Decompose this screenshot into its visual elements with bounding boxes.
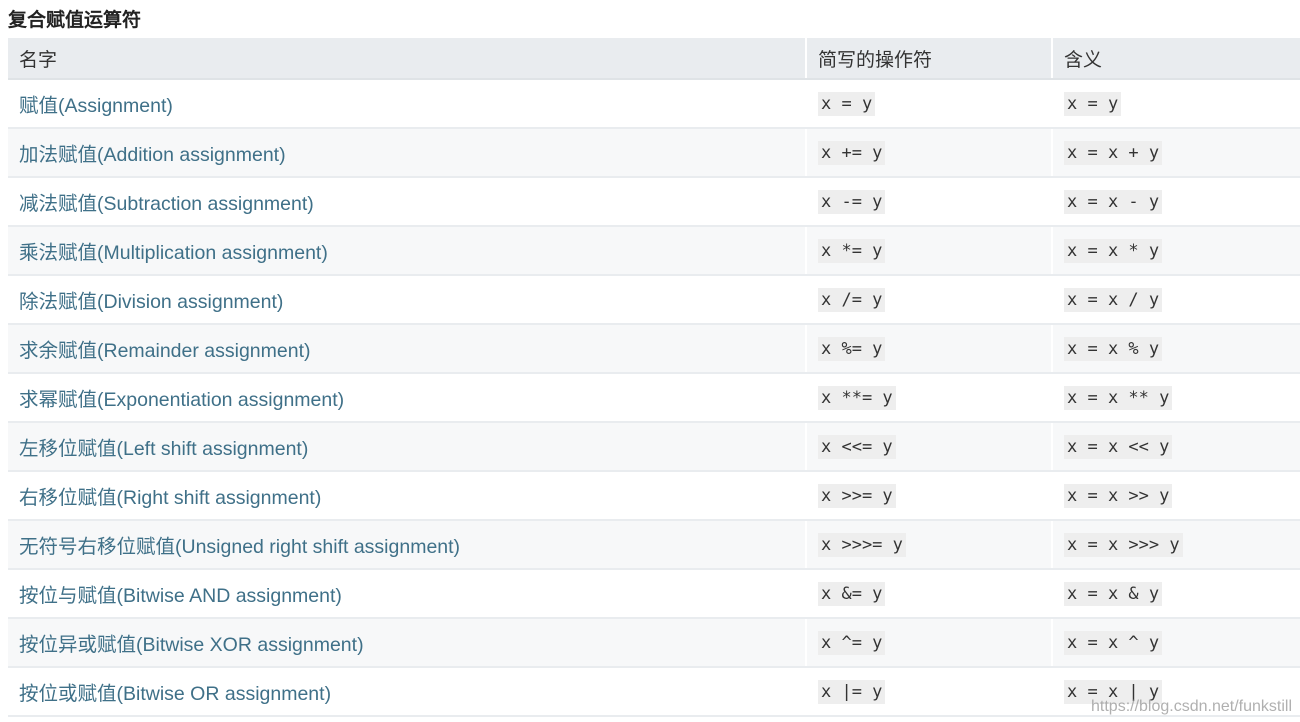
meaning-cell: x = x * y xyxy=(1052,226,1300,276)
name-cell: 左移位赋值(Left shift assignment) xyxy=(8,422,807,472)
operator-name-link[interactable]: 加法赋值(Addition assignment) xyxy=(19,144,286,166)
name-cell: 按位或赋值(Bitwise OR assignment) xyxy=(8,667,807,717)
table-row: 求幂赋值(Exponentiation assignment) x **= y x … xyxy=(8,373,1300,423)
shorthand-cell: x += y xyxy=(806,128,1053,178)
operator-name-link[interactable]: 无符号右移位赋值(Unsigned right shift assignment… xyxy=(19,536,460,558)
operator-name-link[interactable]: 求幂赋值(Exponentiation assignment) xyxy=(19,389,344,411)
meaning-code: x = x * y xyxy=(1064,238,1163,263)
meaning-code: x = x - y xyxy=(1064,189,1163,214)
meaning-cell: x = y xyxy=(1052,79,1300,129)
table-row: 减法赋值(Subtraction assignment) x -= y x = x … xyxy=(8,177,1300,227)
operator-name-link[interactable]: 求余赋值(Remainder assignment) xyxy=(19,340,311,362)
meaning-code: x = x >>> y xyxy=(1064,532,1183,557)
meaning-cell: x = x - y xyxy=(1052,177,1300,227)
operator-name-link[interactable]: 左移位赋值(Left shift assignment) xyxy=(19,438,308,460)
shorthand-operator-code: x >>>= y xyxy=(818,532,906,557)
operator-name-link[interactable]: 赋值(Assignment) xyxy=(19,95,173,117)
shorthand-operator-code: x |= y xyxy=(818,679,886,704)
meaning-cell: x = x & y xyxy=(1052,569,1300,619)
meaning-cell: x = x + y xyxy=(1052,128,1300,178)
meaning-cell: x = x ^ y xyxy=(1052,618,1300,668)
column-header-name: 名字 xyxy=(8,38,807,80)
operator-name-link[interactable]: 减法赋值(Subtraction assignment) xyxy=(19,193,314,215)
shorthand-operator-code: x += y xyxy=(818,140,886,165)
meaning-cell: x = x >> y xyxy=(1052,471,1300,521)
shorthand-cell: x >>= y xyxy=(806,471,1053,521)
shorthand-cell: x <<= y xyxy=(806,422,1053,472)
meaning-code: x = x ^ y xyxy=(1064,630,1163,655)
shorthand-cell: x &= y xyxy=(806,569,1053,619)
table-row: 左移位赋值(Left shift assignment) x <<= y x = x… xyxy=(8,422,1300,472)
meaning-code: x = x / y xyxy=(1064,287,1163,312)
meaning-cell: x = x << y xyxy=(1052,422,1300,472)
meaning-cell: x = x ** y xyxy=(1052,373,1300,423)
name-cell: 加法赋值(Addition assignment) xyxy=(8,128,807,178)
operators-table: 名字 简写的操作符 含义 赋值(Assignment) x = y x = y 加法赋… xyxy=(8,38,1300,717)
shorthand-operator-code: x ^= y xyxy=(818,630,886,655)
operator-name-link[interactable]: 乘法赋值(Multiplication assignment) xyxy=(19,242,328,264)
shorthand-operator-code: x &= y xyxy=(818,581,886,606)
operator-name-link[interactable]: 按位与赋值(Bitwise AND assignment) xyxy=(19,585,342,607)
name-cell: 无符号右移位赋值(Unsigned right shift assignment… xyxy=(8,520,807,570)
operator-name-link[interactable]: 右移位赋值(Right shift assignment) xyxy=(19,487,321,509)
name-cell: 赋值(Assignment) xyxy=(8,79,807,129)
table-row: 乘法赋值(Multiplication assignment) x *= y x =… xyxy=(8,226,1300,276)
shorthand-operator-code: x %= y xyxy=(818,336,886,361)
table-row: 右移位赋值(Right shift assignment) x >>= y x = … xyxy=(8,471,1300,521)
name-cell: 减法赋值(Subtraction assignment) xyxy=(8,177,807,227)
meaning-code: x = x % y xyxy=(1064,336,1163,361)
shorthand-operator-code: x = y xyxy=(818,91,876,116)
meaning-code: x = x >> y xyxy=(1064,483,1173,508)
shorthand-cell: x *= y xyxy=(806,226,1053,276)
shorthand-operator-code: x >>= y xyxy=(818,483,896,508)
table-row: 无符号右移位赋值(Unsigned right shift assignment… xyxy=(8,520,1300,570)
column-header-shorthand: 简写的操作符 xyxy=(806,38,1053,80)
table-row: 除法赋值(Division assignment) x /= y x = x / y xyxy=(8,275,1300,325)
table-row: 加法赋值(Addition assignment) x += y x = x + y xyxy=(8,128,1300,178)
shorthand-operator-code: x <<= y xyxy=(818,434,896,459)
meaning-cell: x = x / y xyxy=(1052,275,1300,325)
shorthand-operator-code: x **= y xyxy=(818,385,896,410)
meaning-code: x = x & y xyxy=(1064,581,1163,606)
meaning-code: x = y xyxy=(1064,91,1122,116)
watermark: https://blog.csdn.net/funkstill xyxy=(1091,698,1292,715)
table-row: 按位异或赋值(Bitwise XOR assignment) x ^= y x = … xyxy=(8,618,1300,668)
shorthand-cell: x %= y xyxy=(806,324,1053,374)
name-cell: 求余赋值(Remainder assignment) xyxy=(8,324,807,374)
meaning-cell: x = x % y xyxy=(1052,324,1300,374)
shorthand-cell: x |= y xyxy=(806,667,1053,717)
name-cell: 求幂赋值(Exponentiation assignment) xyxy=(8,373,807,423)
page-title: 复合赋值运算符 xyxy=(8,9,142,31)
column-header-meaning: 含义 xyxy=(1052,38,1300,80)
table-header-row: 名字 简写的操作符 含义 xyxy=(8,38,1300,80)
shorthand-cell: x >>>= y xyxy=(806,520,1053,570)
shorthand-cell: x ^= y xyxy=(806,618,1053,668)
name-cell: 按位与赋值(Bitwise AND assignment) xyxy=(8,569,807,619)
operator-name-link[interactable]: 除法赋值(Division assignment) xyxy=(19,291,283,313)
meaning-code: x = x << y xyxy=(1064,434,1173,459)
table-body: 赋值(Assignment) x = y x = y 加法赋值(Addition as… xyxy=(8,79,1300,717)
operator-name-link[interactable]: 按位或赋值(Bitwise OR assignment) xyxy=(19,683,331,705)
name-cell: 乘法赋值(Multiplication assignment) xyxy=(8,226,807,276)
name-cell: 除法赋值(Division assignment) xyxy=(8,275,807,325)
table-row: 求余赋值(Remainder assignment) x %= y x = x % … xyxy=(8,324,1300,374)
name-cell: 右移位赋值(Right shift assignment) xyxy=(8,471,807,521)
meaning-code: x = x ** y xyxy=(1064,385,1173,410)
shorthand-cell: x -= y xyxy=(806,177,1053,227)
meaning-cell: x = x >>> y xyxy=(1052,520,1300,570)
shorthand-cell: x /= y xyxy=(806,275,1053,325)
meaning-code: x = x + y xyxy=(1064,140,1163,165)
operator-name-link[interactable]: 按位异或赋值(Bitwise XOR assignment) xyxy=(19,634,364,656)
shorthand-operator-code: x *= y xyxy=(818,238,886,263)
name-cell: 按位异或赋值(Bitwise XOR assignment) xyxy=(8,618,807,668)
shorthand-operator-code: x /= y xyxy=(818,287,886,312)
table-row: 按位与赋值(Bitwise AND assignment) x &= y x = x… xyxy=(8,569,1300,619)
table-row: 赋值(Assignment) x = y x = y xyxy=(8,79,1300,129)
shorthand-cell: x = y xyxy=(806,79,1053,129)
shorthand-operator-code: x -= y xyxy=(818,189,886,214)
shorthand-cell: x **= y xyxy=(806,373,1053,423)
